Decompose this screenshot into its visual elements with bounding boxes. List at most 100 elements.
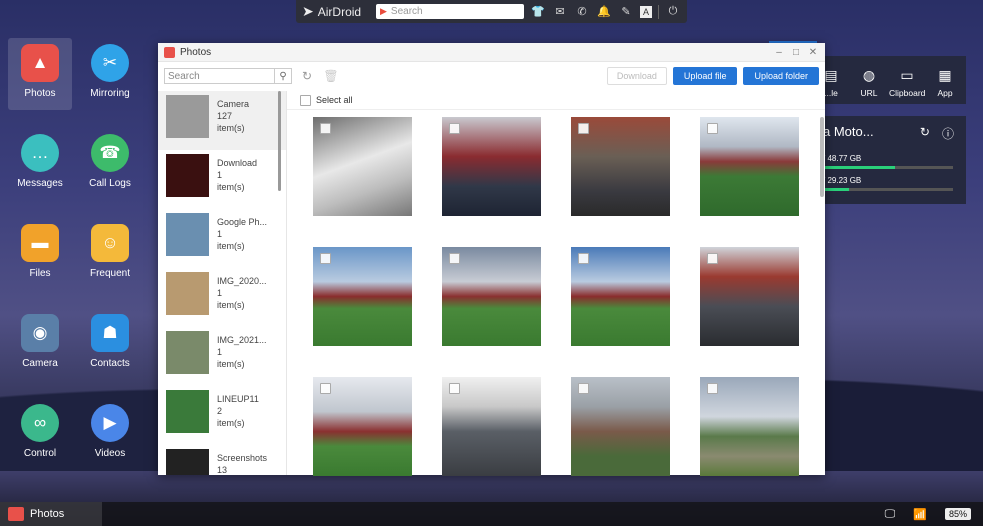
photo-man-in-stand[interactable]: [700, 247, 799, 346]
wifi-icon[interactable]: 📶: [913, 508, 927, 521]
photos-app-icon: [8, 507, 24, 521]
desktop-contacts[interactable]: ☗ Contacts: [78, 308, 142, 380]
desktop-frequent[interactable]: ☺ Frequent: [78, 218, 142, 290]
album-item[interactable]: Download 1 item(s): [158, 150, 286, 209]
photo-stadium-4[interactable]: [571, 247, 670, 346]
photo-checkbox[interactable]: [707, 253, 718, 264]
desktop-call-logs[interactable]: ☎ Call Logs: [78, 128, 142, 200]
taskbar-photos[interactable]: Photos: [0, 502, 102, 526]
download-button[interactable]: Download: [606, 67, 667, 85]
storage-internal-label: / 48.77 GB: [823, 154, 862, 163]
album-item[interactable]: Google Ph... 1 item(s): [158, 209, 286, 268]
trash-icon[interactable]: 🗑: [322, 69, 340, 83]
photo-checkbox[interactable]: [449, 253, 460, 264]
brand-name: AirDroid: [317, 4, 362, 19]
device-name: a Moto...: [823, 124, 874, 139]
photo-search-input[interactable]: Search ⚲: [164, 68, 292, 84]
bell-icon[interactable]: 🔔: [596, 5, 612, 18]
phone-icon[interactable]: ✆: [574, 5, 590, 18]
desktop-photos[interactable]: ▲ Photos: [8, 38, 72, 110]
desktop-call-logs-label: Call Logs: [89, 178, 131, 189]
storage-internal-bar: [823, 166, 953, 169]
call-logs-icon: ☎: [91, 134, 129, 172]
album-name: LINEUP11: [217, 394, 259, 404]
album-item[interactable]: IMG_2020... 1 item(s): [158, 268, 286, 327]
toolbox-clipboard-button[interactable]: ▭ Clipboard: [889, 67, 925, 98]
upload-folder-button[interactable]: Upload folder: [743, 67, 819, 85]
album-unit: item(s): [217, 300, 245, 310]
album-item[interactable]: LINEUP11 2 item(s): [158, 386, 286, 445]
shirt-icon[interactable]: 👕: [530, 5, 546, 18]
photo-checkbox[interactable]: [320, 123, 331, 134]
text-icon[interactable]: A: [640, 5, 652, 18]
album-scrollbar[interactable]: [278, 91, 281, 191]
photo-checkbox[interactable]: [578, 123, 589, 134]
select-all-checkbox[interactable]: [300, 94, 311, 106]
album-item[interactable]: Camera 127 item(s): [158, 91, 286, 150]
album-meta: Download 1 item(s): [217, 154, 257, 193]
album-thumbnail: [166, 331, 209, 374]
top-search-input[interactable]: ▶ Search: [376, 4, 524, 19]
toolbox-app-button[interactable]: ▦ App: [927, 67, 963, 98]
upload-file-button[interactable]: Upload file: [672, 67, 738, 85]
desktop-files[interactable]: ▬ Files: [8, 218, 72, 290]
mirroring-icon: ✂: [91, 44, 129, 82]
desktop-photos-label: Photos: [24, 88, 56, 99]
power-icon[interactable]: ⏻: [665, 5, 681, 18]
photo-houses[interactable]: [571, 377, 670, 476]
frequent-icon: ☺: [91, 224, 129, 262]
storage-sd-label: / 29.23 GB: [823, 176, 862, 185]
close-icon[interactable]: ✕: [807, 47, 819, 58]
refresh-icon[interactable]: ↻: [298, 69, 316, 83]
photo-checkbox[interactable]: [578, 383, 589, 394]
refresh-icon[interactable]: ↻: [920, 125, 930, 142]
album-unit: item(s): [217, 418, 245, 428]
desktop-videos[interactable]: ▶ Videos: [78, 398, 142, 470]
album-meta: Google Ph... 1 item(s): [217, 213, 267, 252]
photo-scrollbar[interactable]: [820, 117, 824, 197]
photo-checkbox[interactable]: [707, 383, 718, 394]
photos-icon: ▲: [21, 44, 59, 82]
album-item[interactable]: Screenshots13item(s): [158, 445, 286, 475]
taskbar: Photos 🖵 📶 85%: [0, 502, 983, 526]
photo-selfie[interactable]: [442, 117, 541, 216]
photo-checkbox[interactable]: [449, 123, 460, 134]
info-icon[interactable]: ⓘ: [942, 125, 954, 142]
photo-search-placeholder: Search: [168, 70, 200, 82]
desktop-control[interactable]: ∞ Control: [8, 398, 72, 470]
photo-stadium-2[interactable]: [313, 247, 412, 346]
photo-stadium-5[interactable]: [313, 377, 412, 476]
desktop-camera[interactable]: ◉ Camera: [8, 308, 72, 380]
window-toolbar: Search ⚲ ↻ 🗑 Download Upload file Upload…: [158, 62, 825, 90]
album-thumbnail: [166, 449, 209, 475]
photo-stand-crowd[interactable]: [571, 117, 670, 216]
album-name: Google Ph...: [217, 217, 268, 227]
toolbox-panel: ▤ ...le ◍ URL ▭ Clipboard ▦ App: [813, 56, 966, 104]
select-all-row[interactable]: Select all: [287, 91, 825, 110]
pen-icon[interactable]: ✎: [618, 5, 634, 18]
search-icon[interactable]: ⚲: [274, 69, 291, 83]
photo-checkbox[interactable]: [320, 253, 331, 264]
photo-checkbox[interactable]: [320, 383, 331, 394]
desktop-videos-label: Videos: [94, 448, 126, 459]
photo-path-field[interactable]: [700, 377, 799, 476]
photo-stadium-1[interactable]: [700, 117, 799, 216]
album-item[interactable]: IMG_2021... 1 item(s): [158, 327, 286, 386]
toolbox-url-button[interactable]: ◍ URL: [851, 67, 887, 98]
monitor-icon[interactable]: 🖵: [885, 508, 896, 521]
photo-checkbox[interactable]: [578, 253, 589, 264]
photo-stadium-3[interactable]: [442, 247, 541, 346]
maximize-icon[interactable]: □: [790, 47, 802, 58]
photo-checkbox[interactable]: [449, 383, 460, 394]
desktop-messages[interactable]: … Messages: [8, 128, 72, 200]
clipboard-icon: ▭: [900, 67, 914, 83]
photo-dog-floor[interactable]: [442, 377, 541, 476]
photo-checkbox[interactable]: [707, 123, 718, 134]
desktop-contacts-label: Contacts: [90, 358, 130, 369]
desktop-mirroring[interactable]: ✂ Mirroring: [78, 38, 142, 110]
minimize-icon[interactable]: –: [773, 47, 785, 58]
camera-icon: ◉: [21, 314, 59, 352]
photo-dog[interactable]: [313, 117, 412, 216]
device-panel: a Moto... ↻ ⓘ / 48.77 GB / 29.23 GB: [813, 116, 966, 204]
mail-icon[interactable]: ✉: [552, 5, 568, 18]
